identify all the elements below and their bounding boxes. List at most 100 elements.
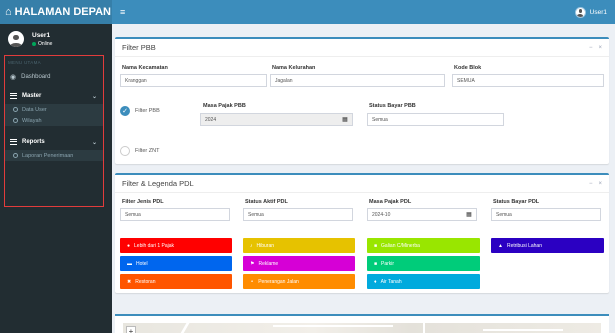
sidebar-toggle-icon[interactable]: ≡ xyxy=(120,7,125,17)
masa-pajak-pbb-input[interactable]: 2024 ▦ xyxy=(200,113,353,126)
filter-znt-toggle[interactable]: Filter ZNT xyxy=(120,146,159,156)
user-status: Online xyxy=(32,41,52,47)
sidebar-item-master[interactable]: Master ⌄ xyxy=(5,89,103,103)
sidebar-item-label: Dashboard xyxy=(21,74,51,80)
kecamatan-label: Nama Kecamatan xyxy=(122,65,168,71)
user-status-label: Online xyxy=(38,40,53,47)
filter-pdl-panel: Filter & Legenda PDL − × Filter Jenis PD… xyxy=(115,173,609,293)
calendar-icon[interactable]: ▦ xyxy=(338,114,352,125)
list-icon xyxy=(10,139,17,145)
dashboard-icon: ◉ xyxy=(10,74,17,81)
avatar-icon xyxy=(574,6,586,18)
legend-label: Hotel xyxy=(136,260,148,267)
online-dot-icon xyxy=(32,41,36,46)
bulb-icon: ⚬ xyxy=(250,278,255,285)
masa-pajak-pdl-input[interactable]: 2024-10 ▦ xyxy=(367,208,477,221)
collapse-icon[interactable]: − xyxy=(589,181,593,187)
sidebar-subitem-label: Wilayah xyxy=(22,117,42,124)
legend-label: Retribusi Lahan xyxy=(506,242,542,249)
masa-pajak-pbb-label: Masa Pajak PBB xyxy=(203,103,246,109)
legend-galian-c-minerba: ■ Galian C/Minerba xyxy=(367,238,480,253)
masa-pajak-pdl-label: Masa Pajak PDL xyxy=(369,199,412,205)
kelurahan-label: Nama Kelurahan xyxy=(272,65,316,71)
legend-label: Galian C/Minerba xyxy=(381,242,420,249)
status-bayar-pdl-select[interactable]: Semua xyxy=(491,208,601,221)
sidebar-item-dashboard[interactable]: ◉ Dashboard xyxy=(5,70,103,84)
legend-lebih-dari-1-pajak: ● Lebih dari 1 Pajak xyxy=(120,238,232,253)
panel-header: Filter PBB − × xyxy=(115,39,609,57)
legend-label: Air Tanah xyxy=(380,278,402,285)
legend-label: Penerangan Jalan xyxy=(258,278,299,285)
person-icon: ▲ xyxy=(498,242,503,249)
sidebar-subitem-laporan-penerimaan[interactable]: Laporan Penerimaan xyxy=(5,150,103,161)
filter-pbb-label: Filter PBB xyxy=(135,108,160,114)
sidebar-item-label: Reports xyxy=(22,139,45,145)
status-bayar-pbb-label: Status Bayar PBB xyxy=(369,103,416,109)
map-road xyxy=(483,329,563,331)
sidebar-subitem-data-user[interactable]: Data User xyxy=(5,104,103,115)
sidebar-item-label: Master xyxy=(22,93,42,99)
navbar: ≡ User1 xyxy=(112,0,615,24)
cutlery-icon: ✖ xyxy=(127,278,132,285)
bed-icon: ▬ xyxy=(127,260,132,267)
kecamatan-select[interactable]: Kranggan xyxy=(120,74,267,87)
kode-blok-label: Kode Blok xyxy=(454,65,482,71)
car-icon: ■ xyxy=(374,260,378,267)
filter-pbb-toggle[interactable]: ✓ Filter PBB xyxy=(120,106,160,116)
panel-title: Filter PBB xyxy=(122,43,156,52)
brand-logo[interactable]: ⌂ HALAMAN DEPAN xyxy=(0,0,112,24)
sidebar-item-reports[interactable]: Reports ⌄ xyxy=(5,135,103,149)
panel-header: Filter & Legenda PDL − × xyxy=(115,175,609,193)
avatar xyxy=(8,31,24,47)
panel-title: Filter & Legenda PDL xyxy=(122,179,194,188)
chevron-down-icon: ⌄ xyxy=(91,93,97,100)
legend-label: Restoran xyxy=(135,278,156,285)
legend-label: Reklame xyxy=(258,260,279,267)
legend-label: Hiburan xyxy=(256,242,275,249)
zoom-in-button[interactable]: + xyxy=(126,326,136,333)
legend-air-tanah: ♦ Air Tanah xyxy=(367,274,480,289)
jenis-pdl-select[interactable]: Semua xyxy=(120,208,230,221)
sidebar-subitem-label: Laporan Penerimaan xyxy=(22,152,74,159)
close-icon[interactable]: × xyxy=(598,181,602,187)
calendar-icon[interactable]: ▦ xyxy=(462,209,476,220)
chevron-down-icon: ⌄ xyxy=(91,139,97,146)
masa-pajak-pbb-value: 2024 xyxy=(205,116,217,123)
top-header: ⌂ HALAMAN DEPAN ≡ User1 xyxy=(0,0,615,24)
close-icon[interactable]: × xyxy=(598,45,602,51)
user-menu[interactable]: User1 xyxy=(574,6,607,18)
sidebar-subitem-wilayah[interactable]: Wilayah xyxy=(5,115,103,126)
circle-icon xyxy=(13,153,18,158)
map-road xyxy=(179,323,190,333)
legend-reklame: ⚑ Reklame xyxy=(243,256,355,271)
sidebar: User1 Online MENU UTAMA ◉ Dashboard Mast… xyxy=(0,24,112,333)
user-menu-name: User1 xyxy=(589,8,607,16)
status-bayar-pbb-select[interactable]: Semua xyxy=(367,113,504,126)
map-road xyxy=(423,323,425,333)
panel-tools: − × xyxy=(589,181,602,187)
legend-hotel: ▬ Hotel xyxy=(120,256,232,271)
brand-title: HALAMAN DEPAN xyxy=(14,6,112,18)
drop-icon: ♦ xyxy=(374,278,377,285)
main-content: Filter PBB − × Nama Kecamatan Kranggan N… xyxy=(112,24,615,333)
panel-tools: − × xyxy=(589,45,602,51)
legend-parkir: ■ Parkir xyxy=(367,256,480,271)
filter-znt-label: Filter ZNT xyxy=(135,148,160,154)
status-aktif-pdl-select[interactable]: Semua xyxy=(243,208,353,221)
circle-icon xyxy=(13,118,18,123)
kode-blok-select[interactable]: SEMUA xyxy=(452,74,604,87)
legend-restoran: ✖ Restoran xyxy=(120,274,232,289)
list-icon xyxy=(10,93,17,99)
legend-hiburan: ♪ Hiburan xyxy=(243,238,355,253)
circle-icon xyxy=(13,107,18,112)
collapse-icon[interactable]: − xyxy=(589,45,593,51)
user-panel-name: User1 xyxy=(32,31,51,39)
home-icon: ⌂ xyxy=(5,6,12,18)
legend-label: Parkir xyxy=(381,260,395,267)
filter-pbb-panel: Filter PBB − × Nama Kecamatan Kranggan N… xyxy=(115,37,609,164)
status-aktif-pdl-label: Status Aktif PDL xyxy=(245,199,288,205)
masa-pajak-pdl-value: 2024-10 xyxy=(372,211,391,218)
map-view[interactable]: + xyxy=(123,323,601,333)
kelurahan-select[interactable]: Jagalan xyxy=(270,74,445,87)
user-panel: User1 Online xyxy=(0,24,112,54)
